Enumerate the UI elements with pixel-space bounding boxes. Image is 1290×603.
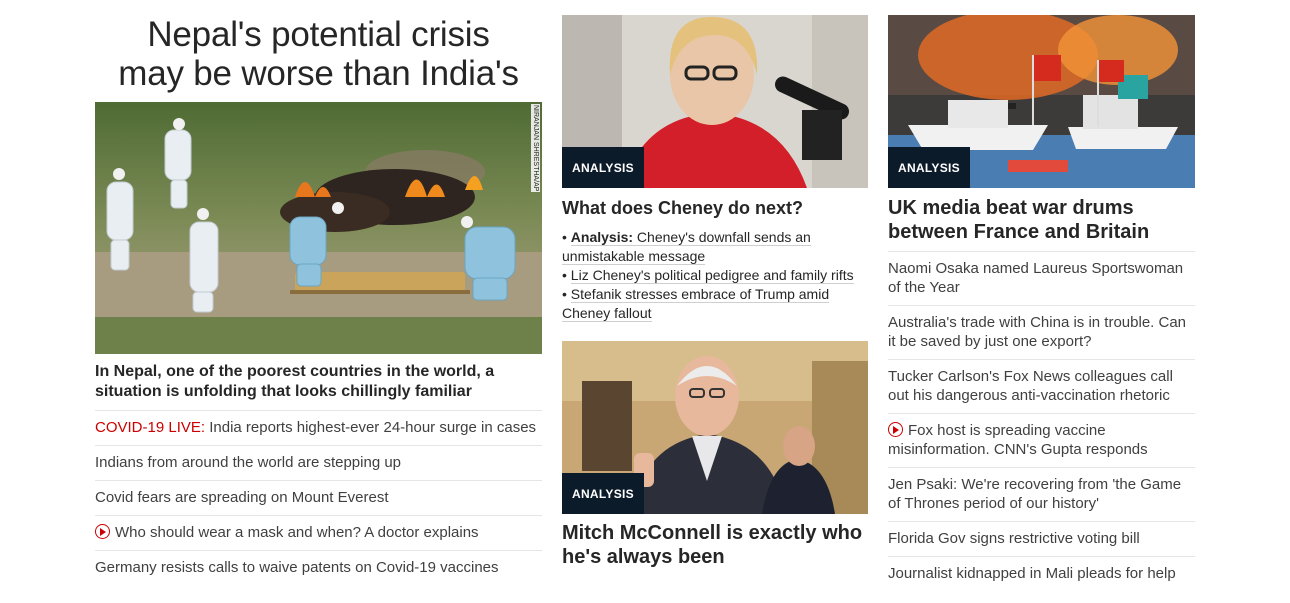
cheney-image[interactable]: ANALYSIS [562,15,868,188]
bullet-text[interactable]: Liz Cheney's political pedigree and fami… [570,267,854,284]
uk-title[interactable]: UK media beat war drums between France a… [888,196,1195,244]
list-item[interactable]: Covid fears are spreading on Mount Evere… [95,480,542,515]
column-analysis: ANALYSIS What does Cheney do next? • Ana… [562,0,868,568]
bullet-text[interactable]: Stefanik stresses embrace of Trump amid … [562,286,830,322]
mcconnell-image[interactable]: ANALYSIS [562,341,868,514]
list-item[interactable]: Tucker Carlson's Fox News colleagues cal… [888,359,1195,413]
list-item[interactable]: Florida Gov signs restrictive voting bil… [888,521,1195,556]
play-circle-icon [95,524,110,539]
analysis-badge: ANALYSIS [888,147,970,188]
list-item[interactable]: Who should wear a mask and when? A docto… [95,515,542,550]
uk-image[interactable]: ANALYSIS [888,15,1195,188]
hero-subhead[interactable]: In Nepal, one of the poorest countries i… [95,362,542,402]
uk-links: Naomi Osaka named Laureus Sportswoman of… [888,251,1195,591]
cheney-title[interactable]: What does Cheney do next? [562,196,868,220]
live-label[interactable]: COVID-19 LIVE: [95,419,205,436]
bullet-item[interactable]: • Analysis: Cheney's downfall sends an u… [562,228,868,266]
list-item[interactable]: Journalist kidnapped in Mali pleads for … [888,556,1195,591]
hero-headline-line1[interactable]: Nepal's potential crisis [147,15,490,54]
hero-image[interactable]: NIRANJAN SHRESTHA/AP [95,102,542,354]
list-item-text[interactable]: Who should wear a mask and when? A docto… [115,524,479,541]
cheney-bullets: • Analysis: Cheney's downfall sends an u… [562,228,868,323]
list-item[interactable]: Fox host is spreading vaccine misinforma… [888,413,1195,467]
hero-links: COVID-19 LIVE: India reports highest-eve… [95,410,542,585]
column-world: ANALYSIS UK media beat war drums between… [888,0,1195,591]
analysis-badge: ANALYSIS [562,473,644,514]
bullet-lead[interactable]: Analysis: [571,229,633,245]
list-item-text[interactable]: Fox host is spreading vaccine misinforma… [888,422,1148,458]
hero-headline[interactable]: Nepal's potential crisis may be worse th… [95,15,542,93]
list-item[interactable]: Indians from around the world are steppi… [95,445,542,480]
hero-headline-line2[interactable]: may be worse than India's [118,54,519,93]
photo-credit: NIRANJAN SHRESTHA/AP [531,104,540,193]
play-circle-icon [888,422,903,437]
list-item[interactable]: Australia's trade with China is in troub… [888,305,1195,359]
list-item-text[interactable]: India reports highest-ever 24-hour surge… [205,419,536,436]
column-nepal: Nepal's potential crisis may be worse th… [95,0,542,585]
list-item[interactable]: Jen Psaki: We're recovering from 'the Ga… [888,467,1195,521]
bullet-item[interactable]: • Liz Cheney's political pedigree and fa… [562,266,868,285]
list-item[interactable]: COVID-19 LIVE: India reports highest-eve… [95,410,542,445]
mcconnell-title[interactable]: Mitch McConnell is exactly who he's alwa… [562,521,868,569]
list-item[interactable]: Naomi Osaka named Laureus Sportswoman of… [888,251,1195,305]
bullet-item[interactable]: • Stefanik stresses embrace of Trump ami… [562,285,868,323]
analysis-badge: ANALYSIS [562,147,644,188]
list-item[interactable]: Germany resists calls to waive patents o… [95,550,542,585]
